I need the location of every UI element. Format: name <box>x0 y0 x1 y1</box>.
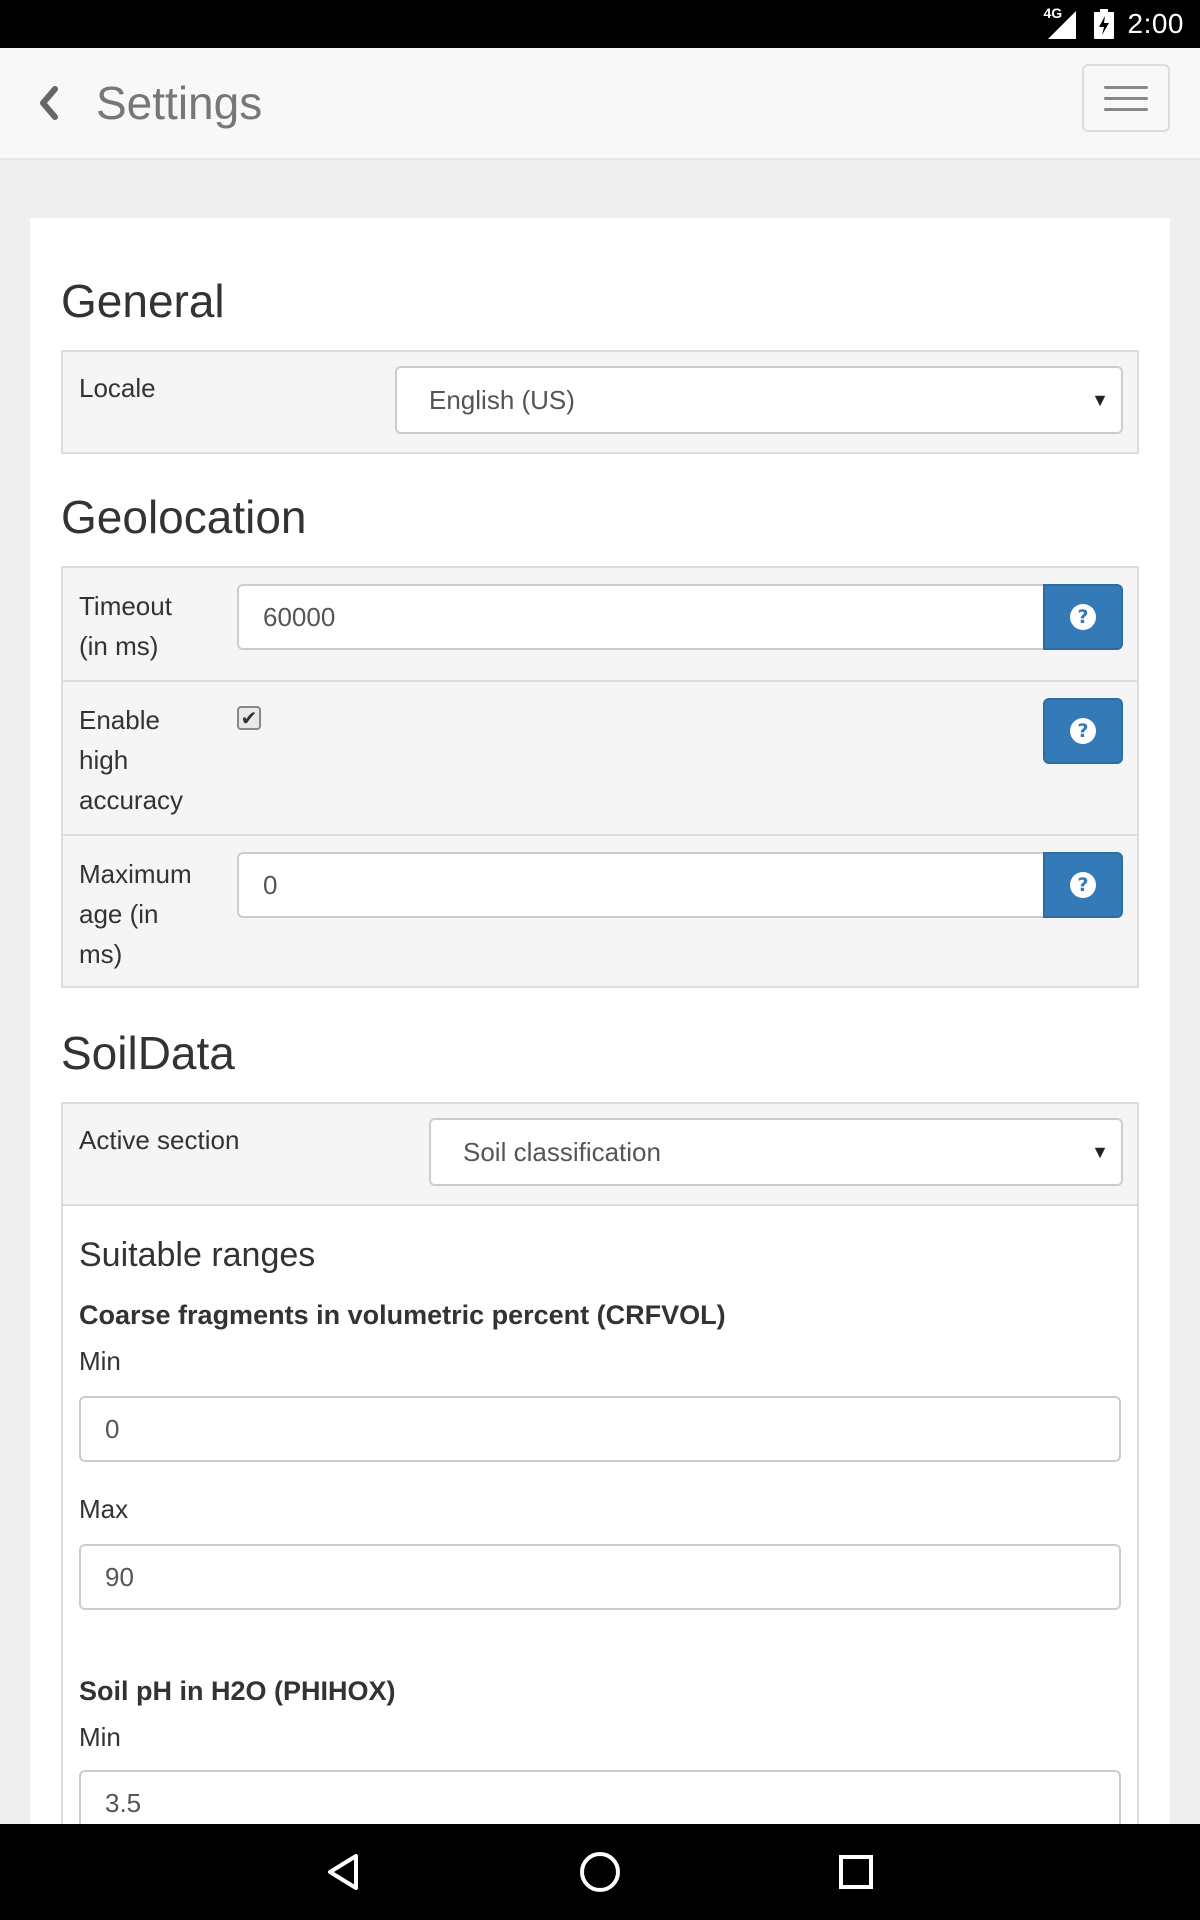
locale-select[interactable]: English (US) ▼ <box>395 366 1123 434</box>
chevron-left-icon <box>40 86 58 120</box>
crfvol-min-label: Min <box>79 1346 121 1376</box>
active-section-value: Soil classification <box>463 1136 661 1167</box>
suitable-ranges-title: Suitable ranges <box>79 1236 316 1274</box>
phihox-min-label: Min <box>79 1722 121 1752</box>
soildata-panel: Active section Soil classification ▼ Sui… <box>61 1102 1139 1828</box>
caret-down-icon: ▼ <box>1091 390 1109 410</box>
question-circle-icon: ? <box>1070 718 1096 744</box>
crfvol-max-label: Max <box>79 1494 129 1524</box>
caret-down-icon: ▼ <box>1091 1142 1109 1162</box>
app-header: Settings <box>0 48 1200 160</box>
phihox-title: Soil pH in H2O (PHIHOX) <box>79 1676 396 1706</box>
menu-button[interactable] <box>1082 64 1170 132</box>
hamburger-menu-icon <box>1104 85 1148 89</box>
settings-card: General Locale English (US) ▼ Geolocatio… <box>30 218 1170 1828</box>
triangle-back-icon <box>328 1854 358 1890</box>
phihox-min-input[interactable]: 3.5 <box>79 1770 1121 1828</box>
general-panel: Locale English (US) ▼ <box>61 350 1139 454</box>
network-type: 4G <box>1043 5 1063 21</box>
crfvol-title: Coarse fragments in volumetric percent (… <box>79 1300 726 1330</box>
max-age-row: Maximum age (in ms) 0 ? <box>63 836 1137 988</box>
locale-row: Locale English (US) ▼ <box>63 352 1137 452</box>
active-section-row: Active section Soil classification ▼ <box>63 1104 1137 1206</box>
question-circle-icon: ? <box>1070 872 1096 898</box>
high-accuracy-help-button[interactable]: ? <box>1043 698 1123 764</box>
battery-icon <box>1093 9 1114 39</box>
max-age-help-button[interactable]: ? <box>1043 852 1123 918</box>
high-accuracy-row: Enable high accuracy ✔ ? <box>63 682 1137 836</box>
section-title-geolocation: Geolocation <box>61 491 307 543</box>
max-age-label: Maximum age (in ms) <box>79 859 192 969</box>
back-button[interactable] <box>22 76 76 130</box>
locale-value: English (US) <box>429 384 575 415</box>
checkmark-icon: ✔ <box>240 706 258 730</box>
clock: 2:00 <box>1127 8 1184 39</box>
cell-signal-icon: 4G <box>1043 5 1080 41</box>
timeout-label: Timeout (in ms) <box>79 591 172 661</box>
timeout-row: Timeout (in ms) 60000 ? <box>63 568 1137 682</box>
section-title-soildata: SoilData <box>61 1027 235 1079</box>
max-age-input[interactable]: 0 <box>237 852 1045 918</box>
navigation-bar <box>0 1824 1200 1920</box>
circle-home-icon <box>580 1852 620 1892</box>
locale-label: Locale <box>79 373 156 403</box>
active-section-label: Active section <box>79 1125 240 1155</box>
high-accuracy-label: Enable high accuracy <box>79 705 184 815</box>
suitable-ranges-area: Suitable ranges Coarse fragments in volu… <box>63 1206 1137 1828</box>
square-recents-icon <box>839 1855 873 1889</box>
timeout-input[interactable]: 60000 <box>237 584 1045 650</box>
geolocation-panel: Timeout (in ms) 60000 ? Enable high accu… <box>61 566 1139 988</box>
nav-home-button[interactable] <box>572 1844 628 1900</box>
nav-back-button[interactable] <box>316 1844 372 1900</box>
nav-recents-button[interactable] <box>828 1844 884 1900</box>
timeout-help-button[interactable]: ? <box>1043 584 1123 650</box>
question-circle-icon: ? <box>1070 604 1096 630</box>
page-title: Settings <box>96 77 263 129</box>
crfvol-min-input[interactable]: 0 <box>79 1396 1121 1462</box>
high-accuracy-checkbox[interactable]: ✔ <box>237 706 261 730</box>
active-section-select[interactable]: Soil classification ▼ <box>429 1118 1123 1186</box>
crfvol-max-input[interactable]: 90 <box>79 1544 1121 1610</box>
section-title-general: General <box>61 275 225 327</box>
status-bar: 4G 2:00 <box>0 0 1200 48</box>
